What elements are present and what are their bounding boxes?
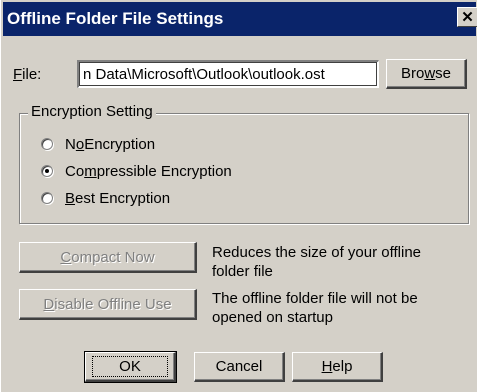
help-label-suffix: elp [332,358,353,375]
radio-no-encryption[interactable]: No Encryption [41,134,155,154]
option-label-mnemonic: B [65,189,76,207]
help-label-mnemonic: H [321,358,333,375]
option-label-suffix: pressible Encryption [96,162,232,180]
disable-label-suffix: isable Offline Use [54,295,172,313]
compact-label-mnemonic: C [60,248,72,266]
compact-description-line2: folder file [212,263,273,280]
file-label-suffix: ile: [22,66,42,83]
compact-description: Reduces the size of your offline folder … [212,243,421,281]
offline-folder-settings-dialog: Offline Folder File Settings ✕ File: n D… [0,0,477,392]
browse-label-mnemonic: w [424,65,436,82]
file-label: File: [13,66,41,83]
disable-offline-use-button[interactable]: Disable Offline Use [19,289,197,320]
radio-button-selected[interactable] [41,165,53,177]
browse-label-suffix: se [435,65,452,82]
browse-label-prefix: Bro [400,65,425,82]
option-label-suffix: Encryption [84,135,156,153]
file-label-mnemonic: F [13,66,23,83]
option-label-mnemonic: m [84,162,97,180]
disable-description-line2: opened on startup [212,309,333,326]
radio-button[interactable] [41,192,53,204]
cancel-label: Cancel [215,358,263,375]
compact-now-button[interactable]: Compact Now [19,242,197,273]
compact-label-suffix: ompact Now [71,248,155,266]
option-label-suffix: est Encryption [75,189,171,207]
disable-description-line1: The offline folder file will not be [212,290,418,307]
file-path-input[interactable]: n Data\Microsoft\Outlook\outlook.ost [77,60,379,88]
disable-label-mnemonic: D [43,295,55,313]
close-button[interactable]: ✕ [457,7,477,27]
radio-best-encryption[interactable]: Best Encryption [41,188,170,208]
ok-button[interactable]: OK [84,351,177,383]
close-icon: ✕ [461,8,474,26]
cancel-button[interactable]: Cancel [194,352,285,382]
option-label-prefix: N [65,135,76,153]
compact-description-line1: Reduces the size of your offline [212,244,422,261]
browse-button[interactable]: Bro w se [386,59,467,89]
radio-button[interactable] [41,138,53,150]
encryption-group-title: Encryption Setting [28,103,156,120]
ok-label: OK [92,356,168,377]
help-button[interactable]: Help [292,352,383,382]
radio-compressible-encryption[interactable]: Co m pressible Encryption [41,161,232,181]
title-bar[interactable]: Offline Folder File Settings [3,2,476,36]
window-title: Offline Folder File Settings [7,9,224,28]
option-label-prefix: Co [65,162,85,180]
disable-description: The offline folder file will not be open… [212,289,418,327]
option-label-mnemonic: o [75,135,85,153]
